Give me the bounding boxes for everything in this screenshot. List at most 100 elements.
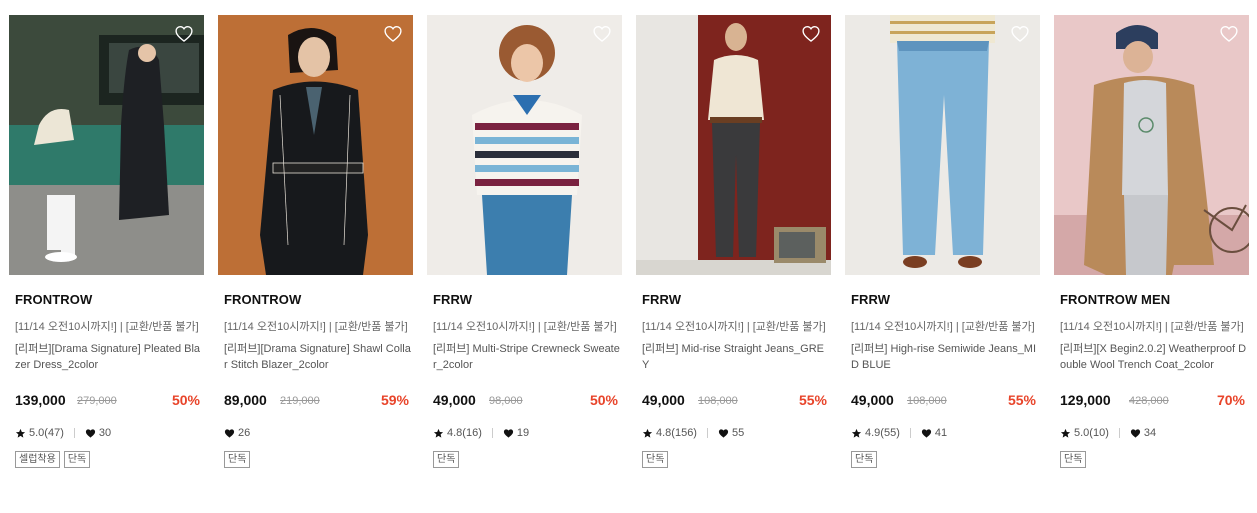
discount-rate: 70%: [1216, 392, 1245, 408]
sale-price: 49,000: [851, 392, 894, 408]
heart-filled-icon: [1130, 428, 1141, 439]
like-count: 41: [934, 427, 948, 439]
original-price: 108,000: [907, 395, 947, 407]
product-card[interactable]: FRONTROW [11/14 오전10시까지!] | [교환/반품 불가] […: [9, 15, 204, 485]
star-icon: [433, 428, 444, 439]
promo-text: [11/14 오전10시까지!] | [교환/반품 불가]: [224, 321, 408, 333]
product-name[interactable]: [리퍼브][Drama Signature] Shawl Collar Stit…: [224, 341, 412, 373]
wishlist-heart-icon[interactable]: [1219, 24, 1239, 44]
star-icon: [1060, 428, 1071, 439]
divider: [909, 428, 911, 438]
brand-name[interactable]: FRRW: [851, 292, 890, 307]
divider: [73, 428, 75, 438]
product-name[interactable]: [리퍼브] Mid-rise Straight Jeans_GREY: [642, 341, 830, 373]
rating-value: 4.8(156): [656, 427, 697, 439]
product-name[interactable]: [리퍼브] High-rise Semiwide Jeans_MID BLUE: [851, 341, 1039, 373]
wishlist-heart-icon[interactable]: [592, 24, 612, 44]
like-count: 30: [98, 427, 112, 439]
rating-value: 5.0(47): [29, 427, 64, 439]
product-image[interactable]: [9, 15, 204, 275]
product-card[interactable]: FRRW [11/14 오전10시까지!] | [교환/반품 불가] [리퍼브]…: [427, 15, 622, 485]
brand-name[interactable]: FRONTROW: [15, 292, 92, 307]
heart-filled-icon: [85, 428, 96, 439]
like-count: 19: [516, 427, 530, 439]
tag-list: 단독: [1060, 451, 1087, 468]
rating-value: 4.9(55): [865, 427, 900, 439]
original-price: 279,000: [77, 395, 117, 407]
rating-value: 5.0(10): [1074, 427, 1109, 439]
product-card[interactable]: FRONTROW [11/14 오전10시까지!] | [교환/반품 불가] […: [218, 15, 413, 485]
original-price: 428,000: [1129, 395, 1169, 407]
discount-rate: 50%: [589, 392, 618, 408]
brand-name[interactable]: FRONTROW: [224, 292, 301, 307]
divider: [1118, 428, 1120, 438]
tag-badge: 단독: [224, 451, 251, 468]
product-card[interactable]: FRONTROW MEN [11/14 오전10시까지!] | [교환/반품 불…: [1054, 15, 1249, 485]
original-price: 108,000: [698, 395, 738, 407]
heart-filled-icon: [503, 428, 514, 439]
rating-value: 4.8(16): [447, 427, 482, 439]
divider: [706, 428, 708, 438]
wishlist-heart-icon[interactable]: [801, 24, 821, 44]
product-meta: 5.0(47) 30: [15, 427, 111, 439]
star-icon: [851, 428, 862, 439]
tag-badge: 셀럽착용: [15, 451, 60, 468]
like-count: 34: [1143, 427, 1157, 439]
discount-rate: 59%: [380, 392, 409, 408]
discount-rate: 55%: [1007, 392, 1036, 408]
product-image[interactable]: [636, 15, 831, 275]
brand-name[interactable]: FRRW: [642, 292, 681, 307]
tag-list: 단독: [851, 451, 878, 468]
wishlist-heart-icon[interactable]: [1010, 24, 1030, 44]
heart-filled-icon: [718, 428, 729, 439]
brand-name[interactable]: FRRW: [433, 292, 472, 307]
tag-badge: 단독: [851, 451, 878, 468]
wishlist-heart-icon[interactable]: [174, 24, 194, 44]
tag-badge: 단독: [642, 451, 669, 468]
product-meta: 4.9(55) 41: [851, 427, 947, 439]
discount-rate: 50%: [171, 392, 200, 408]
product-meta: 4.8(156) 55: [642, 427, 744, 439]
tag-list: 단독: [224, 451, 251, 468]
brand-name[interactable]: FRONTROW MEN: [1060, 292, 1170, 307]
like-count: 26: [238, 427, 251, 439]
product-meta: 26: [224, 427, 250, 439]
product-image[interactable]: [218, 15, 413, 275]
product-image[interactable]: [427, 15, 622, 275]
divider: [491, 428, 493, 438]
promo-text: [11/14 오전10시까지!] | [교환/반품 불가]: [433, 321, 617, 333]
heart-filled-icon: [224, 428, 235, 439]
promo-text: [11/14 오전10시까지!] | [교환/반품 불가]: [15, 321, 199, 333]
product-image[interactable]: [845, 15, 1040, 275]
product-card[interactable]: FRRW [11/14 오전10시까지!] | [교환/반품 불가] [리퍼브]…: [636, 15, 831, 485]
product-meta: 5.0(10) 34: [1060, 427, 1156, 439]
star-icon: [642, 428, 653, 439]
like-count: 55: [731, 427, 745, 439]
promo-text: [11/14 오전10시까지!] | [교환/반품 불가]: [1060, 321, 1244, 333]
product-meta: 4.8(16) 19: [433, 427, 529, 439]
tag-badge: 단독: [63, 451, 91, 468]
original-price: 219,000: [280, 395, 320, 407]
original-price: 98,000: [489, 395, 523, 407]
tag-badge: 단독: [433, 451, 460, 468]
sale-price: 139,000: [15, 392, 66, 408]
product-name[interactable]: [리퍼브][Drama Signature] Pleated Blazer Dr…: [15, 341, 203, 373]
sale-price: 49,000: [433, 392, 476, 408]
star-icon: [15, 428, 26, 439]
promo-text: [11/14 오전10시까지!] | [교환/반품 불가]: [851, 321, 1035, 333]
tag-list: 셀럽착용 단독: [15, 451, 91, 468]
product-name[interactable]: [리퍼브][X Begin2.0.2] Weatherproof Double …: [1060, 341, 1248, 373]
tag-list: 단독: [642, 451, 669, 468]
product-image[interactable]: [1054, 15, 1249, 275]
product-card[interactable]: FRRW [11/14 오전10시까지!] | [교환/반품 불가] [리퍼브]…: [845, 15, 1040, 485]
product-name[interactable]: [리퍼브] Multi-Stripe Crewneck Sweater_2col…: [433, 341, 621, 373]
sale-price: 49,000: [642, 392, 685, 408]
tag-badge: 단독: [1060, 451, 1087, 468]
promo-text: [11/14 오전10시까지!] | [교환/반품 불가]: [642, 321, 826, 333]
heart-filled-icon: [921, 428, 932, 439]
tag-list: 단독: [433, 451, 460, 468]
wishlist-heart-icon[interactable]: [383, 24, 403, 44]
product-grid: FRONTROW [11/14 오전10시까지!] | [교환/반품 불가] […: [9, 15, 1249, 485]
discount-rate: 55%: [798, 392, 827, 408]
sale-price: 89,000: [224, 392, 267, 408]
